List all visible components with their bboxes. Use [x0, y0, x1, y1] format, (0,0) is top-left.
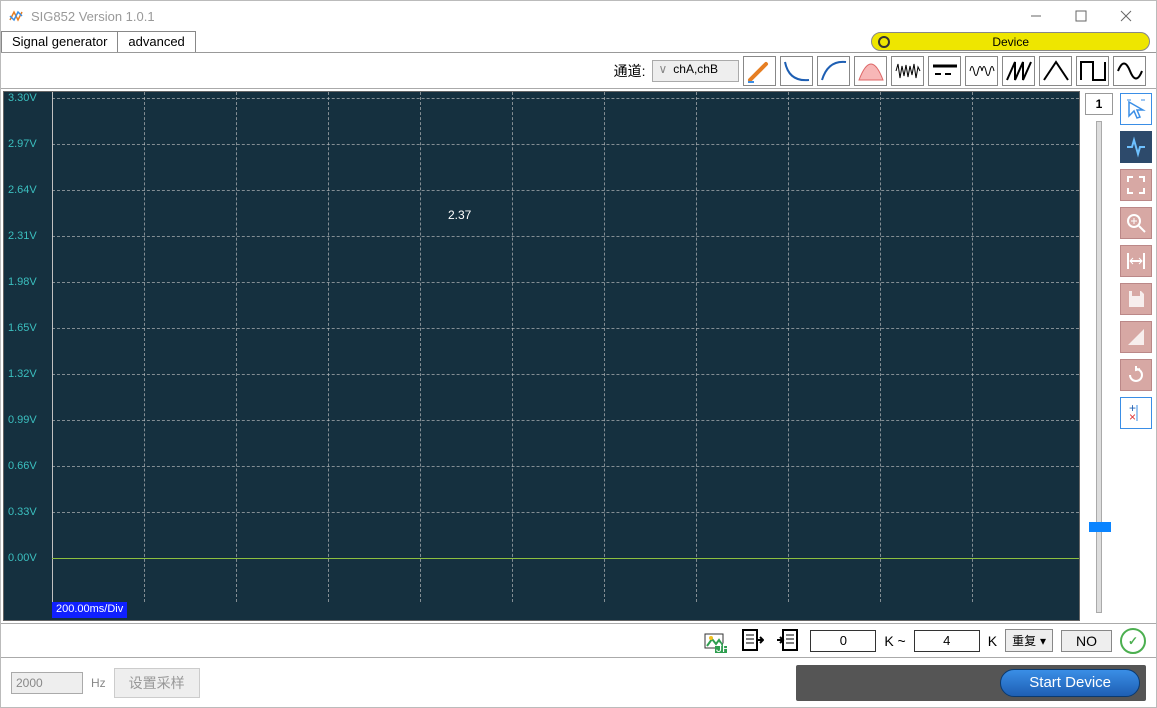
fit-horizontal-icon[interactable] [1120, 245, 1152, 277]
zoom-in-icon[interactable] [1120, 207, 1152, 239]
window-title: SIG852 Version 1.0.1 [31, 9, 1013, 24]
sine-icon[interactable] [1113, 56, 1146, 86]
import-data-icon[interactable] [774, 627, 802, 655]
y-tick: 2.97V [8, 138, 37, 150]
time-per-div: 200.00ms/Div [52, 602, 127, 618]
x-axis-strip: 200.00ms/Div [52, 602, 1079, 620]
export-data-icon[interactable] [738, 627, 766, 655]
y-tick: 3.30V [8, 92, 37, 104]
burst-icon[interactable] [965, 56, 998, 86]
square-icon[interactable] [1076, 56, 1109, 86]
y-tick: 1.65V [8, 322, 37, 334]
set-sample-button[interactable]: 设置采样 [114, 668, 200, 698]
y-tick: 0.00V [8, 552, 37, 564]
plot-area[interactable]: 3.30V 2.97V 2.64V 2.31V 1.98V 1.65V 1.32… [3, 91, 1080, 621]
y-tick: 0.33V [8, 506, 37, 518]
confirm-check-icon[interactable]: ✓ [1120, 628, 1146, 654]
redo-icon[interactable] [1120, 359, 1152, 391]
k-separator: K ~ [884, 633, 905, 649]
toolbar: 通道: ∨chA,chB [1, 53, 1156, 89]
bottom-bar-2: Hz 设置采样 Start Device [1, 657, 1156, 707]
side-tool-column: +× [1118, 89, 1156, 623]
close-button[interactable] [1103, 2, 1148, 30]
main-row: 3.30V 2.97V 2.64V 2.31V 1.98V 1.65V 1.32… [1, 89, 1156, 623]
tab-advanced[interactable]: advanced [117, 31, 195, 52]
vertical-slider-column: 1 [1080, 89, 1118, 623]
channel-select[interactable]: ∨chA,chB [652, 60, 740, 82]
oscilloscope-icon[interactable] [1120, 131, 1152, 163]
expand-icon[interactable] [1120, 169, 1152, 201]
svg-text:×: × [1129, 410, 1136, 424]
plot-grid: 2.37 [52, 92, 1079, 602]
tab-bar: Signal generator advanced Device [1, 31, 1156, 53]
channel-label: 通道: [614, 61, 646, 81]
pencil-tool-icon[interactable] [743, 56, 776, 86]
device-button-label: Device [992, 35, 1029, 49]
cursor-readout: 2.37 [448, 208, 471, 222]
device-button[interactable]: Device [871, 32, 1150, 51]
no-button[interactable]: NO [1061, 630, 1112, 652]
hz-label: Hz [91, 676, 106, 690]
measure-icon[interactable] [1120, 321, 1152, 353]
y-tick: 1.98V [8, 276, 37, 288]
titlebar: SIG852 Version 1.0.1 [1, 1, 1156, 31]
y-axis: 3.30V 2.97V 2.64V 2.31V 1.98V 1.65V 1.32… [4, 92, 52, 602]
k-suffix: K [988, 633, 997, 649]
start-device-button[interactable]: Start Device [1000, 669, 1140, 697]
tab-signal-generator[interactable]: Signal generator [1, 31, 118, 52]
decay-curve-icon[interactable] [780, 56, 813, 86]
cursor-select-icon[interactable] [1120, 93, 1152, 125]
maximize-button[interactable] [1058, 2, 1103, 30]
export-jpg-icon[interactable]: JPG [702, 627, 730, 655]
y-tick: 2.31V [8, 230, 37, 242]
bottom-bar-1: JPG K ~ K 重复 ▾ NO ✓ [1, 623, 1156, 657]
record-dot-icon [878, 36, 890, 48]
slider-thumb[interactable] [1089, 522, 1111, 532]
channel-value: chA,chB [673, 62, 718, 76]
y-tick: 2.64V [8, 184, 37, 196]
gaussian-icon[interactable] [854, 56, 887, 86]
right-column: 1 +× [1080, 89, 1156, 623]
rise-curve-icon[interactable] [817, 56, 850, 86]
sample-rate-input[interactable] [11, 672, 83, 694]
triangle-icon[interactable] [1039, 56, 1072, 86]
sawtooth-icon[interactable] [1002, 56, 1035, 86]
y-tick: 0.99V [8, 414, 37, 426]
dc-level-icon[interactable] [928, 56, 961, 86]
start-bar: Start Device [796, 665, 1146, 701]
repeat-button[interactable]: 重复 ▾ [1005, 629, 1053, 652]
math-add-remove-icon[interactable]: +× [1120, 397, 1152, 429]
range-from-input[interactable] [810, 630, 876, 652]
svg-text:JPG: JPG [716, 641, 729, 654]
noise-icon[interactable] [891, 56, 924, 86]
minimize-button[interactable] [1013, 2, 1058, 30]
y-tick: 0.66V [8, 460, 37, 472]
vertical-slider[interactable] [1096, 121, 1102, 613]
save-icon[interactable] [1120, 283, 1152, 315]
range-to-input[interactable] [914, 630, 980, 652]
dropdown-icon: ▾ [1040, 634, 1046, 648]
channel-indicator[interactable]: 1 [1085, 93, 1113, 115]
y-tick: 1.32V [8, 368, 37, 380]
app-icon [9, 8, 25, 24]
